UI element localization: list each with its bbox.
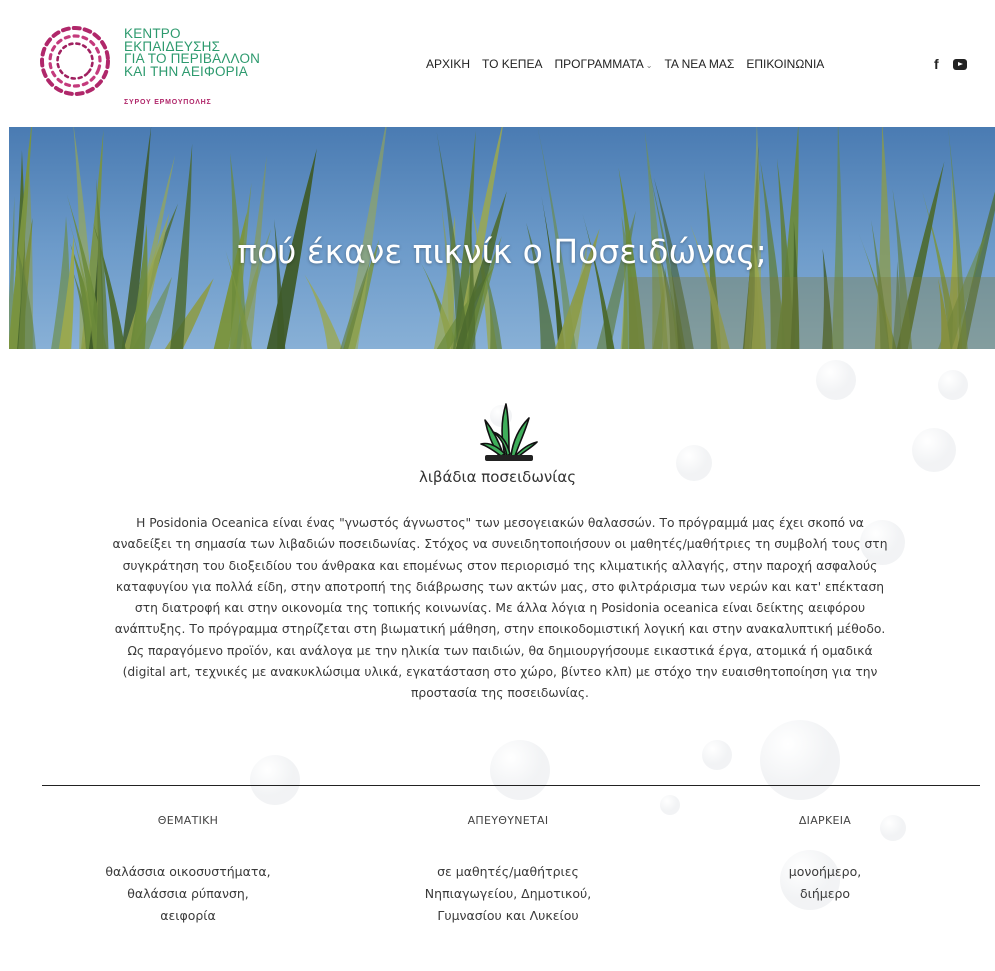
info-value: Νηπιαγωγείου, Δημοτικού, (424, 886, 592, 901)
page-title: πού έκανε πικνίκ ο Ποσειδώνας; (237, 232, 767, 271)
seagrass-icon (480, 403, 538, 461)
nav-item-programs[interactable]: ΠΡΟΓΡΑΜΜΑΤΑ ⌄ (554, 57, 652, 71)
program-subtitle: λιβάδια ποσειδωνίας (418, 468, 577, 486)
social-links: f (934, 56, 967, 72)
site-logo[interactable]: ΚΕΝΤΡΟ ΕΚΠΑΙΔΕΥΣΗΣ ΓΙΑ ΤΟ ΠΕΡΙΒΑΛΛΟΝ ΚΑΙ… (38, 24, 308, 119)
info-heading: ΑΠΕΥΘΥΝΕΤΑΙ (467, 814, 549, 827)
info-heading: ΘΕΜΑΤΙΚΗ (157, 814, 219, 827)
description-line: ανάπτυξης. Το πρόγραμμα στηρίζεται στη β… (114, 622, 886, 637)
info-column-audience: ΑΠΕΥΘΥΝΕΤΑΙ σε μαθητές/μαθήτριες Νηπιαγω… (358, 814, 658, 927)
site-header: ΚΕΝΤΡΟ ΕΚΠΑΙΔΕΥΣΗΣ ΓΙΑ ΤΟ ΠΕΡΙΒΑΛΛΟΝ ΚΑΙ… (0, 0, 995, 127)
nav-item-about[interactable]: ΤΟ ΚΕΠΕΑ (482, 57, 542, 71)
nav-item-home[interactable]: ΑΡΧΙΚΗ (426, 57, 470, 71)
info-value: θαλάσσια οικοσυστήματα, (105, 864, 271, 879)
info-value: αειφορία (160, 908, 216, 923)
description-line: Η Posidonia Oceanica είναι ένας "γνωστός… (136, 516, 864, 530)
section-divider (42, 785, 980, 786)
program-description: Η Posidonia Oceanica είναι ένας "γνωστός… (16, 513, 984, 705)
description-line: αναδείξει τη σημασία των λιβαδιών ποσειδ… (112, 537, 888, 552)
logo-subtitle: ΣΥΡΟΥ ΕΡΜΟΥΠΟΛΗΣ (124, 99, 212, 106)
info-value: μονοήμερο, (788, 864, 862, 879)
logo-line-4: ΚΑΙ ΤΗΝ ΑΕΙΦΟΡΙΑ (124, 63, 249, 79)
info-value: διήμερο (799, 886, 851, 901)
info-heading: ΔΙΑΡΚΕΙΑ (798, 814, 852, 827)
chevron-down-icon: ⌄ (645, 61, 653, 70)
description-line: συγκράτηση του διοξειδίου του άνθρακα κα… (122, 558, 878, 573)
nav-item-programs-label: ΠΡΟΓΡΑΜΜΑΤΑ (554, 57, 644, 71)
hero-banner: πού έκανε πικνίκ ο Ποσειδώνας; (9, 127, 995, 349)
description-line: στη διατροφή και στην οικονομία της τοπι… (134, 601, 866, 616)
info-value: σε μαθητές/μαθήτριες (437, 864, 579, 879)
info-values: θαλάσσια οικοσυστήματα, θαλάσσια ρύπανση… (38, 861, 338, 927)
info-values: σε μαθητές/μαθήτριες Νηπιαγωγείου, Δημοτ… (358, 861, 658, 927)
nav-item-news[interactable]: ΤΑ ΝΕΑ ΜΑΣ (664, 57, 734, 71)
description-line: προστασία της ποσειδωνίας. (411, 686, 589, 701)
main-nav: ΑΡΧΙΚΗ ΤΟ ΚΕΠΕΑ ΠΡΟΓΡΑΜΜΑΤΑ ⌄ ΤΑ ΝΕΑ ΜΑΣ … (426, 57, 836, 71)
info-column-duration: ΔΙΑΡΚΕΙΑ μονοήμερο, διήμερο (675, 814, 975, 905)
info-column-theme: ΘΕΜΑΤΙΚΗ θαλάσσια οικοσυστήματα, θαλάσσι… (38, 814, 338, 927)
facebook-icon[interactable]: f (934, 56, 939, 72)
info-values: μονοήμερο, διήμερο (675, 861, 975, 905)
nav-item-contact[interactable]: ΕΠΙΚΟΙΝΩΝΙΑ (746, 57, 824, 71)
description-line: Ως παραγόμενο προϊόν, και ανάλογα με την… (127, 643, 873, 658)
description-line: καταφυγίου για πολλά είδη, στην αποτροπή… (115, 579, 885, 594)
description-line: (digital art, τεχνικές με ανακυκλώσιμα υ… (122, 665, 878, 680)
info-value: Γυμνασίου και Λυκείου (437, 908, 579, 923)
youtube-icon[interactable] (952, 58, 967, 70)
logo-text: ΚΕΝΤΡΟ ΕΚΠΑΙΔΕΥΣΗΣ ΓΙΑ ΤΟ ΠΕΡΙΒΑΛΛΟΝ ΚΑΙ… (124, 27, 260, 79)
logo-dotted-ring-icon (40, 26, 110, 96)
info-value: θαλάσσια ρύπανση, (127, 886, 249, 901)
